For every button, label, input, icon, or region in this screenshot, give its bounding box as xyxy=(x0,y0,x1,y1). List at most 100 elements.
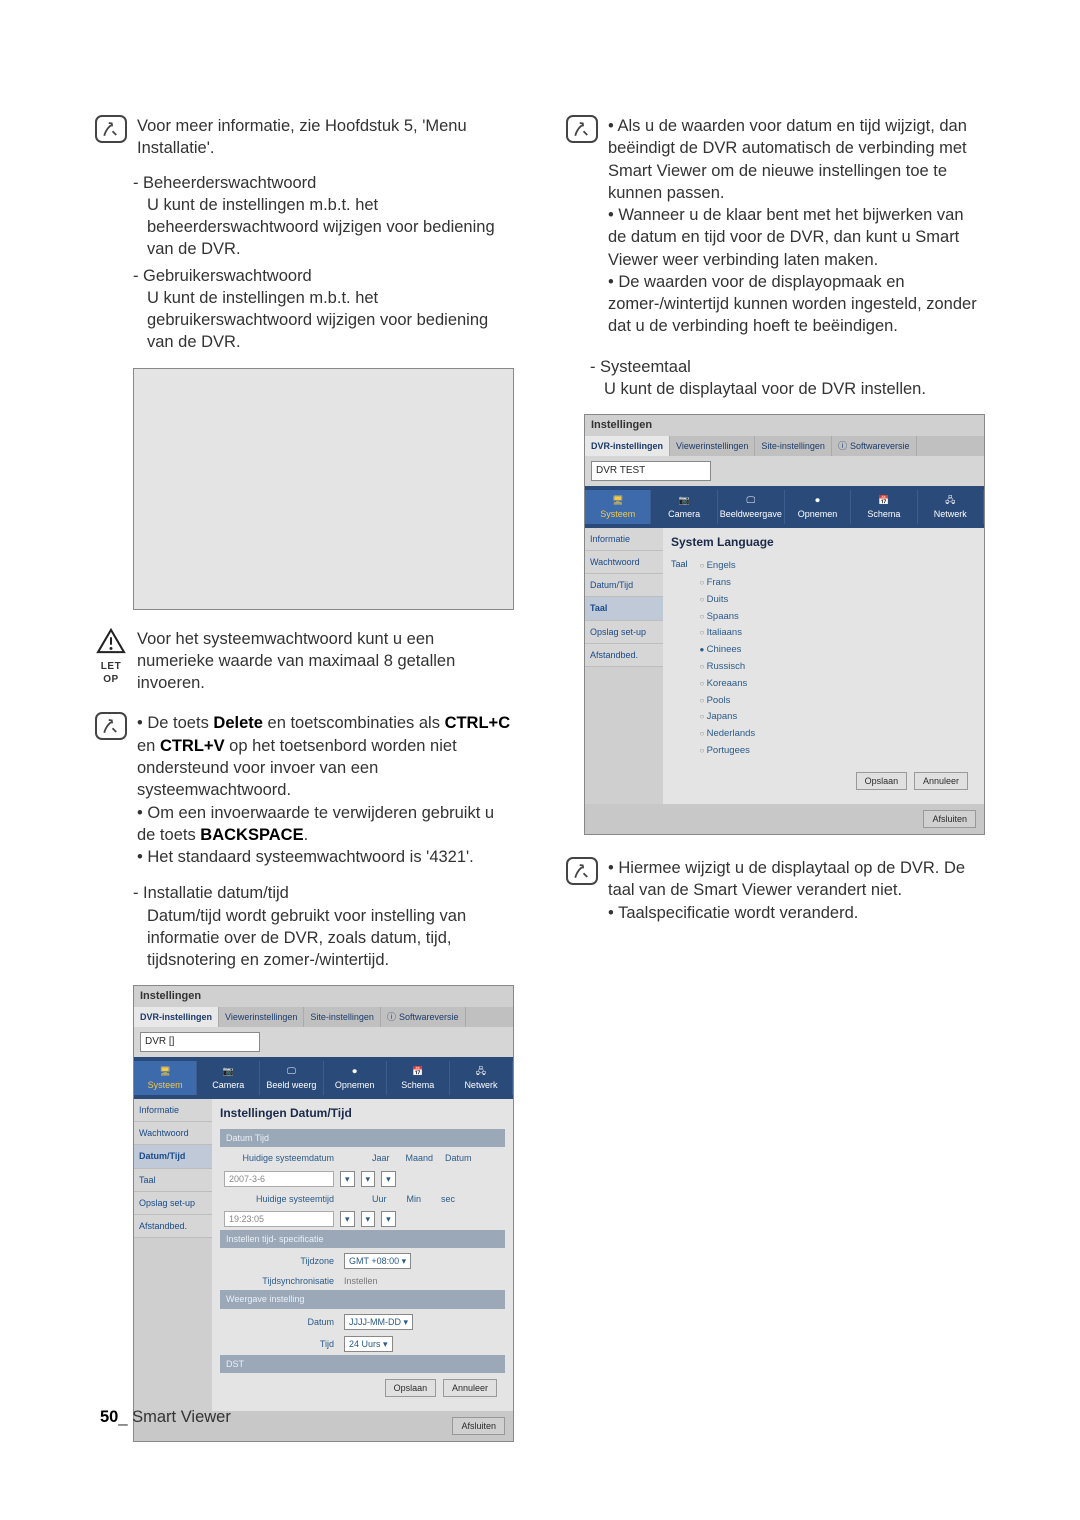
tip-r5: • Taalspecificatie wordt veranderd. xyxy=(608,902,985,924)
info-note-3: • Als u de waarden voor datum en tijd wi… xyxy=(566,115,985,338)
tab-viewer-instellingen[interactable]: Viewerinstellingen xyxy=(219,1007,304,1027)
min-select[interactable]: ▾ xyxy=(361,1211,376,1227)
tab-site-instellingen[interactable]: Site-instellingen xyxy=(755,436,832,456)
current-date-field[interactable]: 2007-3-6 xyxy=(224,1171,334,1187)
language-list: Engels Frans Duits Spaans Italiaans Chin… xyxy=(698,558,756,760)
cat-opnemen[interactable]: ⏺Opnemen xyxy=(324,1061,387,1095)
item-installatie-datum-tijd: -Installatie datum/tijd Datum/tijd wordt… xyxy=(133,882,514,971)
cat-schema[interactable]: 📅Schema xyxy=(387,1061,450,1095)
category-row: 🖥Systeem 📷Camera 🖵Beeld weerg ⏺Opnemen 📅… xyxy=(134,1057,513,1099)
lang-option[interactable]: Nederlands xyxy=(698,726,756,743)
cat-systeem[interactable]: 🖥Systeem xyxy=(585,490,651,524)
sidebar-item-datum-tijd[interactable]: Datum/Tijd xyxy=(134,1145,212,1168)
tip-default-pw: • Het standaard systeemwachtwoord is '43… xyxy=(137,846,514,868)
lang-option[interactable]: Japans xyxy=(698,709,756,726)
item-systeemtaal: -Systeemtaal U kunt de displaytaal voor … xyxy=(590,356,985,401)
sidebar-item-datum-tijd[interactable]: Datum/Tijd xyxy=(585,574,663,597)
info-note-4: • Hiermee wijzigt u de displaytaal op de… xyxy=(566,857,985,924)
right-column: • Als u de waarden voor datum en tijd wi… xyxy=(566,115,985,1460)
cancel-button[interactable]: Annuleer xyxy=(443,1379,497,1397)
caution-icon: LET OP xyxy=(95,628,127,695)
tip-r4: • Hiermee wijzigt u de displaytaal op de… xyxy=(608,857,985,902)
apply-button[interactable]: Opslaan xyxy=(385,1379,437,1397)
sidebar-item-afstand[interactable]: Afstandbed. xyxy=(585,644,663,667)
note-icon xyxy=(566,115,598,143)
lang-option[interactable]: Koreaans xyxy=(698,676,756,693)
lang-option[interactable]: Duits xyxy=(698,592,756,609)
info-note-1: Voor meer informatie, zie Hoofdstuk 5, '… xyxy=(95,115,514,160)
tab-softwareversie[interactable]: ⓘ Softwareversie xyxy=(832,436,917,456)
cat-netwerk[interactable]: 🖧Netwerk xyxy=(918,490,984,524)
close-button[interactable]: Afsluiten xyxy=(923,810,976,828)
screenshot-language-settings: Instellingen DVR-instellingen Viewerinst… xyxy=(584,414,985,835)
cancel-button[interactable]: Annuleer xyxy=(914,772,968,790)
dvr-select[interactable]: DVR TEST xyxy=(591,461,711,481)
tab-dvr-instellingen[interactable]: DVR-instellingen xyxy=(134,1007,219,1027)
note-icon xyxy=(95,115,127,143)
year-select[interactable]: ▾ xyxy=(340,1171,355,1187)
screenshot-password-placeholder xyxy=(133,368,514,610)
language-panel: System Language Taal Engels Frans Duits … xyxy=(663,528,984,804)
tip-r3: • De waarden voor de displayopmaak en zo… xyxy=(608,271,985,338)
dvr-select[interactable]: DVR [] xyxy=(140,1032,260,1052)
tab-dvr-instellingen[interactable]: DVR-instellingen xyxy=(585,436,670,456)
window-title: Instellingen xyxy=(585,415,984,436)
timezone-select[interactable]: GMT +08:00 ▾ xyxy=(344,1253,411,1269)
cat-camera[interactable]: 📷Camera xyxy=(197,1061,260,1095)
lang-option[interactable]: Spaans xyxy=(698,609,756,626)
hour-select[interactable]: ▾ xyxy=(340,1211,355,1227)
datetime-panel: Instellingen Datum/Tijd Datum Tijd Huidi… xyxy=(212,1099,513,1411)
cat-netwerk[interactable]: 🖧Netwerk xyxy=(450,1061,513,1095)
cat-schema[interactable]: 📅Schema xyxy=(851,490,917,524)
left-column: Voor meer informatie, zie Hoofdstuk 5, '… xyxy=(95,115,514,1460)
tab-softwareversie[interactable]: ⓘ Softwareversie xyxy=(381,1007,466,1027)
cat-beeld[interactable]: 🖵Beeldweergave xyxy=(718,490,785,524)
settings-tabs: DVR-instellingen Viewerinstellingen Site… xyxy=(585,436,984,456)
lang-option[interactable]: Engels xyxy=(698,558,756,575)
apply-button[interactable]: Opslaan xyxy=(856,772,908,790)
lang-option[interactable]: Italiaans xyxy=(698,625,756,642)
close-button[interactable]: Afsluiten xyxy=(452,1417,505,1435)
tab-site-instellingen[interactable]: Site-instellingen xyxy=(304,1007,381,1027)
sidebar-item-opslag[interactable]: Opslag set-up xyxy=(134,1192,212,1215)
cat-beeld[interactable]: 🖵Beeld weerg xyxy=(260,1061,323,1095)
lang-option[interactable]: Portugees xyxy=(698,743,756,760)
lang-option-selected[interactable]: Chinees xyxy=(698,642,756,659)
tip-r1: • Als u de waarden voor datum en tijd wi… xyxy=(608,115,985,204)
current-time-field[interactable]: 19:23:05 xyxy=(224,1211,334,1227)
system-sidebar: Informatie Wachtwoord Datum/Tijd Taal Op… xyxy=(585,528,663,804)
cat-camera[interactable]: 📷Camera xyxy=(651,490,717,524)
category-row: 🖥Systeem 📷Camera 🖵Beeldweergave ⏺Opnemen… xyxy=(585,486,984,528)
sidebar-item-wachtwoord[interactable]: Wachtwoord xyxy=(585,551,663,574)
item-gebruikerswachtwoord: -Gebruikerswachtwoord U kunt de instelli… xyxy=(133,265,514,354)
month-select[interactable]: ▾ xyxy=(361,1171,376,1187)
sidebar-item-opslag[interactable]: Opslag set-up xyxy=(585,621,663,644)
item-beheerderswachtwoord: -Beheerderswachtwoord U kunt de instelli… xyxy=(133,172,514,261)
sidebar-item-informatie[interactable]: Informatie xyxy=(585,528,663,551)
cat-systeem[interactable]: 🖥Systeem xyxy=(134,1061,197,1095)
page-footer: 50_ Smart Viewer xyxy=(100,1406,231,1428)
lang-option[interactable]: Pools xyxy=(698,693,756,710)
lang-option[interactable]: Russisch xyxy=(698,659,756,676)
tip-r2: • Wanneer u de klaar bent met het bijwer… xyxy=(608,204,985,271)
sidebar-item-taal[interactable]: Taal xyxy=(134,1169,212,1192)
window-title: Instellingen xyxy=(134,986,513,1007)
date-format-select[interactable]: JJJJ-MM-DD ▾ xyxy=(344,1314,413,1330)
settings-tabs: DVR-instellingen Viewerinstellingen Site… xyxy=(134,1007,513,1027)
note-icon xyxy=(566,857,598,885)
tip-delete: • De toets Delete en toetscombinaties al… xyxy=(137,712,514,801)
tab-viewer-instellingen[interactable]: Viewerinstellingen xyxy=(670,436,755,456)
screenshot-datetime-settings: Instellingen DVR-instellingen Viewerinst… xyxy=(133,985,514,1442)
sidebar-item-afstand[interactable]: Afstandbed. xyxy=(134,1215,212,1238)
cat-opnemen[interactable]: ⏺Opnemen xyxy=(785,490,851,524)
info-note-2: • De toets Delete en toetscombinaties al… xyxy=(95,712,514,868)
sidebar-item-wachtwoord[interactable]: Wachtwoord xyxy=(134,1122,212,1145)
day-select[interactable]: ▾ xyxy=(381,1171,396,1187)
sidebar-item-informatie[interactable]: Informatie xyxy=(134,1099,212,1122)
lang-option[interactable]: Frans xyxy=(698,575,756,592)
sec-select[interactable]: ▾ xyxy=(381,1211,396,1227)
sidebar-item-taal[interactable]: Taal xyxy=(585,597,663,620)
time-format-select[interactable]: 24 Uurs ▾ xyxy=(344,1336,393,1352)
tip-backspace: • Om een invoerwaarde te verwijderen geb… xyxy=(137,802,514,847)
caution-note: LET OP Voor het systeemwachtwoord kunt u… xyxy=(95,628,514,695)
